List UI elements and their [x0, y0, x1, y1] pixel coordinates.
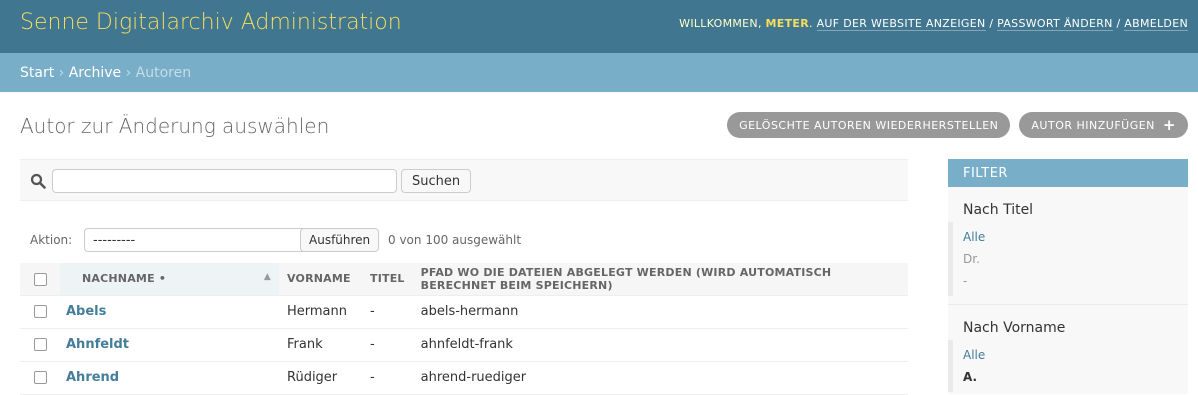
row-select-cell [20, 361, 60, 395]
table-header-row: Nachname • ▲ Vorname Titel Pfad wo die D… [20, 263, 908, 296]
table-row: Abels Hermann - abels-hermann [20, 295, 908, 329]
table-row: Ahrend Rüdiger - ahrend-ruediger [20, 361, 908, 395]
column-header-pfad[interactable]: Pfad wo die Dateien abgelegt werden (wir… [412, 263, 908, 296]
action-select[interactable]: --------- ▼ [84, 228, 318, 252]
page-title: Autor zur Änderung auswählen [20, 114, 330, 138]
object-tools: Gelöschte Autoren wiederherstellen Autor… [727, 112, 1188, 138]
action-label: Aktion: [30, 233, 73, 247]
row-checkbox[interactable] [33, 338, 47, 351]
filter-option[interactable]: Dr. [963, 248, 1188, 270]
column-header-vorname[interactable]: Vorname [279, 263, 362, 296]
column-label-nachname: Nachname [82, 272, 155, 286]
selection-counter: 0 von 100 ausgewählt [388, 233, 522, 247]
actions-bar: Aktion: --------- ▼ Ausführen 0 von 100 … [20, 228, 908, 252]
search-input[interactable] [52, 169, 397, 193]
filter-option-all[interactable]: Alle [963, 344, 1188, 366]
titel-cell: - [362, 295, 413, 329]
site-branding: Senne Digitalarchiv Administration [20, 10, 402, 35]
column-header-nachname[interactable]: Nachname • ▲ [60, 263, 279, 296]
change-password-link[interactable]: Passwort ändern [997, 17, 1113, 31]
add-author-label: Autor hinzufügen [1031, 118, 1155, 132]
titel-cell: - [362, 361, 413, 395]
user-tools: Willkommen, Meter. Auf der Website anzei… [679, 17, 1188, 31]
vorname-cell: Hermann [279, 295, 362, 329]
sort-marker: • [158, 272, 167, 286]
breadcrumb-current: Autoren [135, 65, 192, 81]
filter-options-titel: Alle Dr. - [948, 222, 1188, 296]
logout-link[interactable]: Abmelden [1124, 17, 1188, 31]
author-link[interactable]: Ahnfeldt [66, 337, 129, 352]
breadcrumb-app[interactable]: Archive [69, 65, 121, 81]
header-bar: Senne Digitalarchiv Administration Willk… [0, 0, 1198, 53]
filter-option[interactable]: - [963, 270, 1188, 292]
filter-option-all[interactable]: Alle [963, 226, 1188, 248]
filter-option[interactable]: A. [963, 366, 1188, 388]
row-checkbox[interactable] [33, 305, 47, 318]
author-link[interactable]: Abels [66, 304, 106, 319]
vorname-cell: Frank [279, 328, 362, 362]
column-label-pfad: Pfad wo die Dateien abgelegt werden (wir… [420, 265, 832, 292]
filter-group-title: Nach Vorname [963, 320, 1066, 336]
filter-options-vorname: Alle A. [948, 340, 1188, 392]
welcome-text: Willkommen, [679, 17, 762, 30]
row-select-cell [20, 295, 60, 329]
breadcrumb-home[interactable]: Start [20, 65, 54, 81]
search-icon [30, 173, 46, 189]
search-toolbar: Suchen [20, 159, 908, 201]
select-all-header [20, 263, 60, 296]
filter-sidebar: Filter Nach Titel Alle Dr. - Nach Vornam… [948, 159, 1188, 394]
row-checkbox[interactable] [33, 371, 47, 384]
column-header-titel[interactable]: Titel [362, 263, 413, 296]
select-all-checkbox[interactable] [33, 272, 47, 286]
search-button[interactable]: Suchen [401, 169, 472, 193]
view-site-link[interactable]: Auf der Website anzeigen [816, 17, 986, 31]
row-select-cell [20, 328, 60, 362]
separator: / [1116, 17, 1121, 30]
pfad-cell: ahnfeldt-frank [412, 328, 908, 362]
filter-heading: Filter [948, 159, 1188, 187]
plus-icon: + [1162, 115, 1176, 134]
breadcrumb: Start › Archive › Autoren [0, 53, 1198, 92]
column-label-titel: Titel [370, 272, 405, 286]
breadcrumb-separator: › [125, 65, 132, 81]
filter-group-title: Nach Titel [963, 202, 1034, 218]
sort-ascending-icon[interactable]: ▲ [264, 272, 271, 282]
username: Meter [765, 17, 809, 30]
action-selected-option: --------- [93, 233, 136, 248]
nachname-cell: Ahrend [60, 361, 279, 395]
nachname-cell: Ahnfeldt [60, 328, 279, 362]
result-table: Nachname • ▲ Vorname Titel Pfad wo die D… [20, 263, 908, 395]
breadcrumb-separator: › [58, 65, 65, 81]
nachname-cell: Abels [60, 295, 279, 329]
vorname-cell: Rüdiger [279, 361, 362, 395]
filter-heading-label: Filter [963, 166, 1008, 181]
add-author-button[interactable]: Autor hinzufügen + [1019, 112, 1188, 138]
table-row: Ahnfeldt Frank - ahnfeldt-frank [20, 328, 908, 362]
run-action-button[interactable]: Ausführen [300, 228, 380, 252]
titel-cell: - [362, 328, 413, 362]
author-link[interactable]: Ahrend [66, 370, 119, 385]
recover-deleted-label: Gelöschte Autoren wiederherstellen [739, 118, 999, 132]
pfad-cell: ahrend-ruediger [412, 361, 908, 395]
separator: / [989, 17, 994, 30]
pfad-cell: abels-hermann [412, 295, 908, 329]
column-label-vorname: Vorname [287, 272, 351, 286]
recover-deleted-button[interactable]: Gelöschte Autoren wiederherstellen [727, 112, 1011, 138]
